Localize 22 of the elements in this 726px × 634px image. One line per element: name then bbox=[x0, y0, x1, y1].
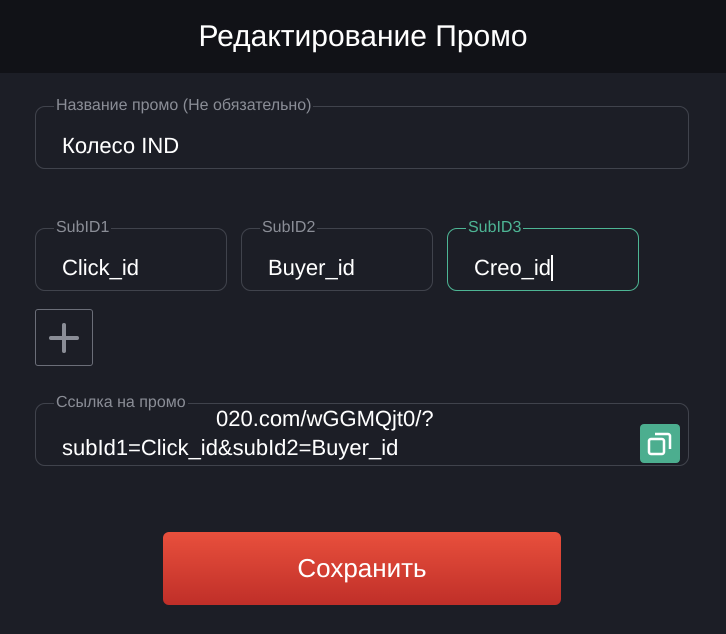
copy-icon bbox=[647, 430, 673, 456]
field-value: Buyer_id bbox=[268, 255, 355, 281]
field-value: Колесо IND bbox=[62, 133, 180, 159]
text-field[interactable]: Название промо (Не обязательно) Колесо IND bbox=[35, 96, 689, 169]
field-label: SubID2 bbox=[261, 218, 316, 238]
copy-button[interactable] bbox=[640, 424, 680, 463]
save-button[interactable]: Сохранить bbox=[163, 532, 561, 605]
dialog-title: Редактирование Промо bbox=[198, 19, 528, 55]
field-label: SubID1 bbox=[55, 218, 110, 238]
link-field[interactable]: Ссылка на промо 020.com/wGGMQjt0/? subId1=Click_id&subId2=Buyer_id bbox=[35, 393, 689, 466]
link-text: subId1=Click_id&subId2=Buyer_id bbox=[62, 435, 398, 461]
field-label: Ссылка на промо bbox=[54, 393, 188, 413]
field-label: Название промо (Не обязательно) bbox=[55, 96, 312, 116]
field-value: Click_id bbox=[62, 255, 140, 281]
link-text: 020.com/wGGMQjt0/? bbox=[216, 407, 434, 431]
field-label: SubID3 bbox=[467, 218, 522, 238]
field-value: Creo_id bbox=[474, 255, 554, 281]
text-field[interactable]: SubID3 Creo_id bbox=[447, 218, 639, 291]
plus-icon bbox=[49, 322, 79, 352]
text-field[interactable]: SubID2 Buyer_id bbox=[241, 218, 433, 291]
text-field[interactable]: SubID1 Click_id bbox=[35, 218, 227, 291]
add-button[interactable] bbox=[35, 309, 93, 366]
